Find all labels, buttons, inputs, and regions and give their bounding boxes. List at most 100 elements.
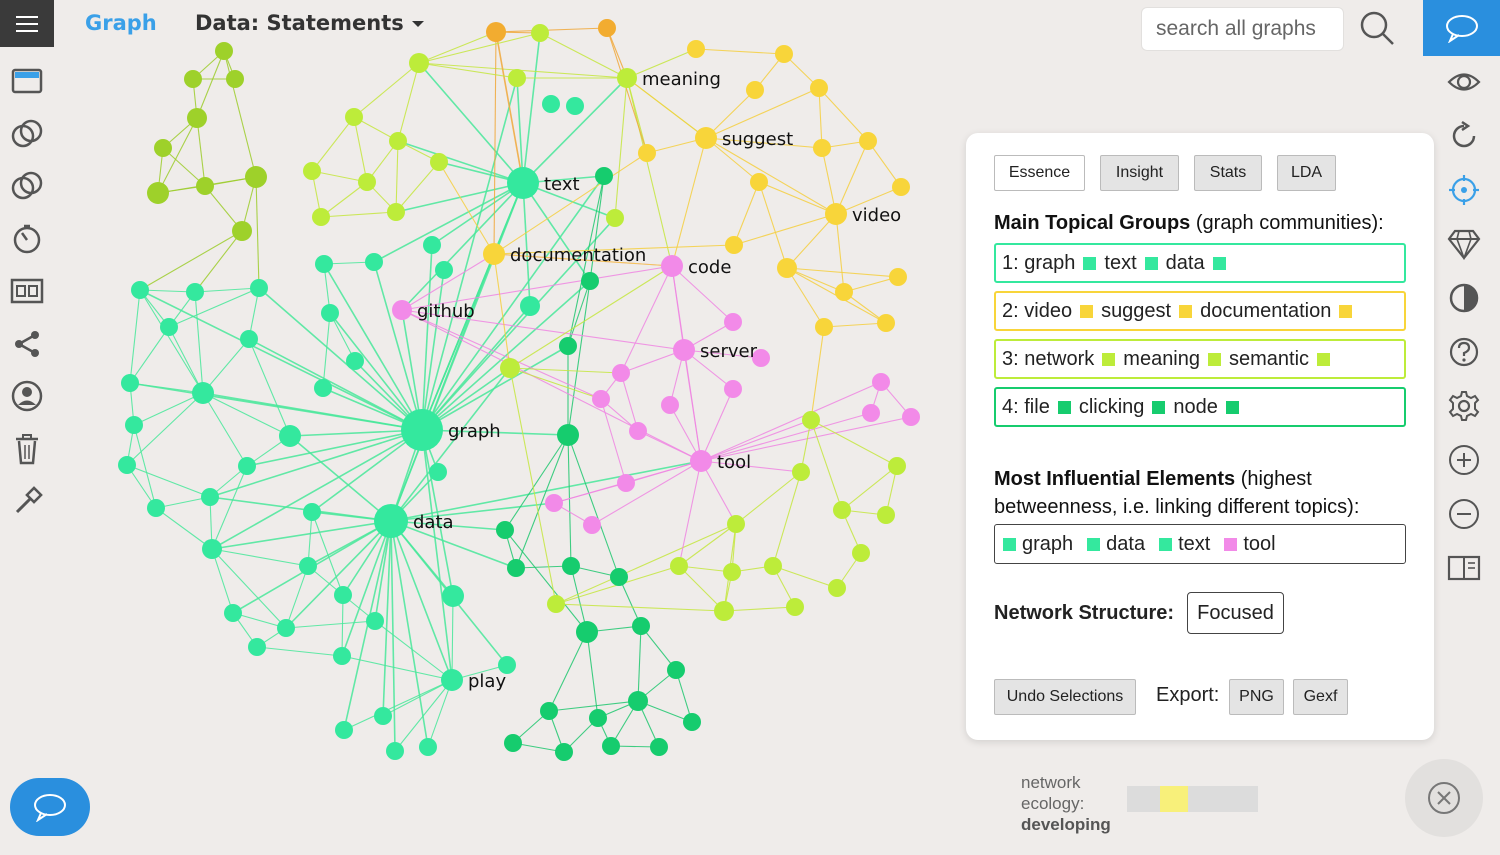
graph-node[interactable] <box>877 314 895 332</box>
graph-node[interactable] <box>201 488 219 506</box>
graph-node[interactable] <box>559 337 577 355</box>
graph-node[interactable] <box>606 209 624 227</box>
graph-node-tool[interactable] <box>690 450 712 472</box>
graph-node[interactable] <box>786 598 804 616</box>
graph-node[interactable] <box>423 236 441 254</box>
graph-node[interactable] <box>828 579 846 597</box>
node-label-tool[interactable]: tool <box>717 452 751 473</box>
graph-node[interactable] <box>365 253 383 271</box>
overlap-icon[interactable] <box>0 108 54 161</box>
graph-node[interactable] <box>888 457 906 475</box>
graph-node[interactable] <box>667 661 685 679</box>
pen-icon[interactable] <box>0 475 54 528</box>
graph-node[interactable] <box>589 709 607 727</box>
search-input[interactable]: search all graphs <box>1141 7 1344 51</box>
node-label-server[interactable]: server <box>700 341 758 362</box>
graph-node[interactable] <box>250 279 268 297</box>
graph-node[interactable] <box>595 167 613 185</box>
graph-node[interactable] <box>566 97 584 115</box>
graph-node[interactable] <box>504 734 522 752</box>
refresh-icon[interactable] <box>1428 109 1500 163</box>
graph-node[interactable] <box>598 19 616 37</box>
graph-node[interactable] <box>430 153 448 171</box>
tab-stats[interactable]: Stats <box>1194 155 1262 191</box>
graph-node-graph[interactable] <box>401 409 443 451</box>
node-label-video[interactable]: video <box>852 205 901 226</box>
graph-node[interactable] <box>547 595 565 613</box>
graph-node[interactable] <box>419 738 437 756</box>
topical-group-3[interactable]: 3: network meaning semantic <box>994 339 1406 379</box>
book-icon[interactable] <box>1428 541 1500 595</box>
graph-node[interactable] <box>592 390 610 408</box>
node-label-play[interactable]: play <box>468 671 506 692</box>
graph-node[interactable] <box>496 521 514 539</box>
graph-node[interactable] <box>628 691 648 711</box>
graph-node[interactable] <box>279 425 301 447</box>
graph-node[interactable] <box>508 69 526 87</box>
diamond-icon[interactable] <box>1428 217 1500 271</box>
graph-node[interactable] <box>723 563 741 581</box>
graph-node[interactable] <box>186 283 204 301</box>
graph-node[interactable] <box>321 304 339 322</box>
topical-group-2[interactable]: 2: video suggest documentation <box>994 291 1406 331</box>
graph-node[interactable] <box>617 474 635 492</box>
graph-node[interactable] <box>303 162 321 180</box>
graph-node[interactable] <box>531 24 549 42</box>
graph-node-meaning[interactable] <box>617 68 637 88</box>
search-icon[interactable] <box>1359 10 1395 50</box>
graph-node[interactable] <box>187 108 207 128</box>
graph-node[interactable] <box>661 396 679 414</box>
user-icon[interactable] <box>0 370 54 423</box>
graph-node[interactable] <box>345 108 363 126</box>
topical-group-1[interactable]: 1: graph text data <box>994 243 1406 283</box>
node-label-meaning[interactable]: meaning <box>642 69 721 90</box>
graph-node[interactable] <box>125 416 143 434</box>
graph-node[interactable] <box>184 70 202 88</box>
graph-node[interactable] <box>245 166 267 188</box>
graph-node[interactable] <box>683 713 701 731</box>
graph-node[interactable] <box>154 139 172 157</box>
graph-node-suggest[interactable] <box>695 127 717 149</box>
zoom-in-icon[interactable] <box>1428 433 1500 487</box>
tab-essence[interactable]: Essence <box>994 155 1085 191</box>
graph-node[interactable] <box>687 40 705 58</box>
tab-lda[interactable]: LDA <box>1277 155 1336 191</box>
graph-node[interactable] <box>486 22 506 42</box>
trash-icon[interactable] <box>0 423 54 476</box>
graph-node[interactable] <box>435 261 453 279</box>
graph-node[interactable] <box>545 494 563 512</box>
graph-node[interactable] <box>815 318 833 336</box>
graph-node[interactable] <box>764 557 782 575</box>
graph-node[interactable] <box>147 499 165 517</box>
graph-node[interactable] <box>346 352 364 370</box>
graph-node-server[interactable] <box>673 339 695 361</box>
data-select[interactable]: Data: Statements <box>195 11 424 35</box>
graph-node[interactable] <box>889 268 907 286</box>
zoom-out-icon[interactable] <box>1428 487 1500 541</box>
window-icon[interactable] <box>0 55 54 108</box>
node-label-suggest[interactable]: suggest <box>722 129 793 150</box>
graph-node[interactable] <box>520 296 540 316</box>
graph-node[interactable] <box>629 422 647 440</box>
graph-node[interactable] <box>277 619 295 637</box>
graph-node[interactable] <box>872 373 890 391</box>
chat-button[interactable] <box>1423 0 1500 56</box>
graph-node[interactable] <box>315 255 333 273</box>
graph-node[interactable] <box>555 743 573 761</box>
graph-node[interactable] <box>557 424 579 446</box>
graph-node[interactable] <box>777 258 797 278</box>
export-gexf-button[interactable]: Gexf <box>1293 679 1348 715</box>
film-icon[interactable] <box>0 265 54 318</box>
graph-node[interactable] <box>859 132 877 150</box>
graph-node[interactable] <box>892 178 910 196</box>
graph-node[interactable] <box>802 411 820 429</box>
graph-node[interactable] <box>389 132 407 150</box>
graph-node[interactable] <box>387 203 405 221</box>
graph-node[interactable] <box>147 182 169 204</box>
help-icon[interactable] <box>1428 325 1500 379</box>
graph-node[interactable] <box>540 702 558 720</box>
graph-node[interactable] <box>638 144 656 162</box>
graph-node-text[interactable] <box>507 167 539 199</box>
graph-node[interactable] <box>442 585 464 607</box>
graph-node[interactable] <box>852 544 870 562</box>
